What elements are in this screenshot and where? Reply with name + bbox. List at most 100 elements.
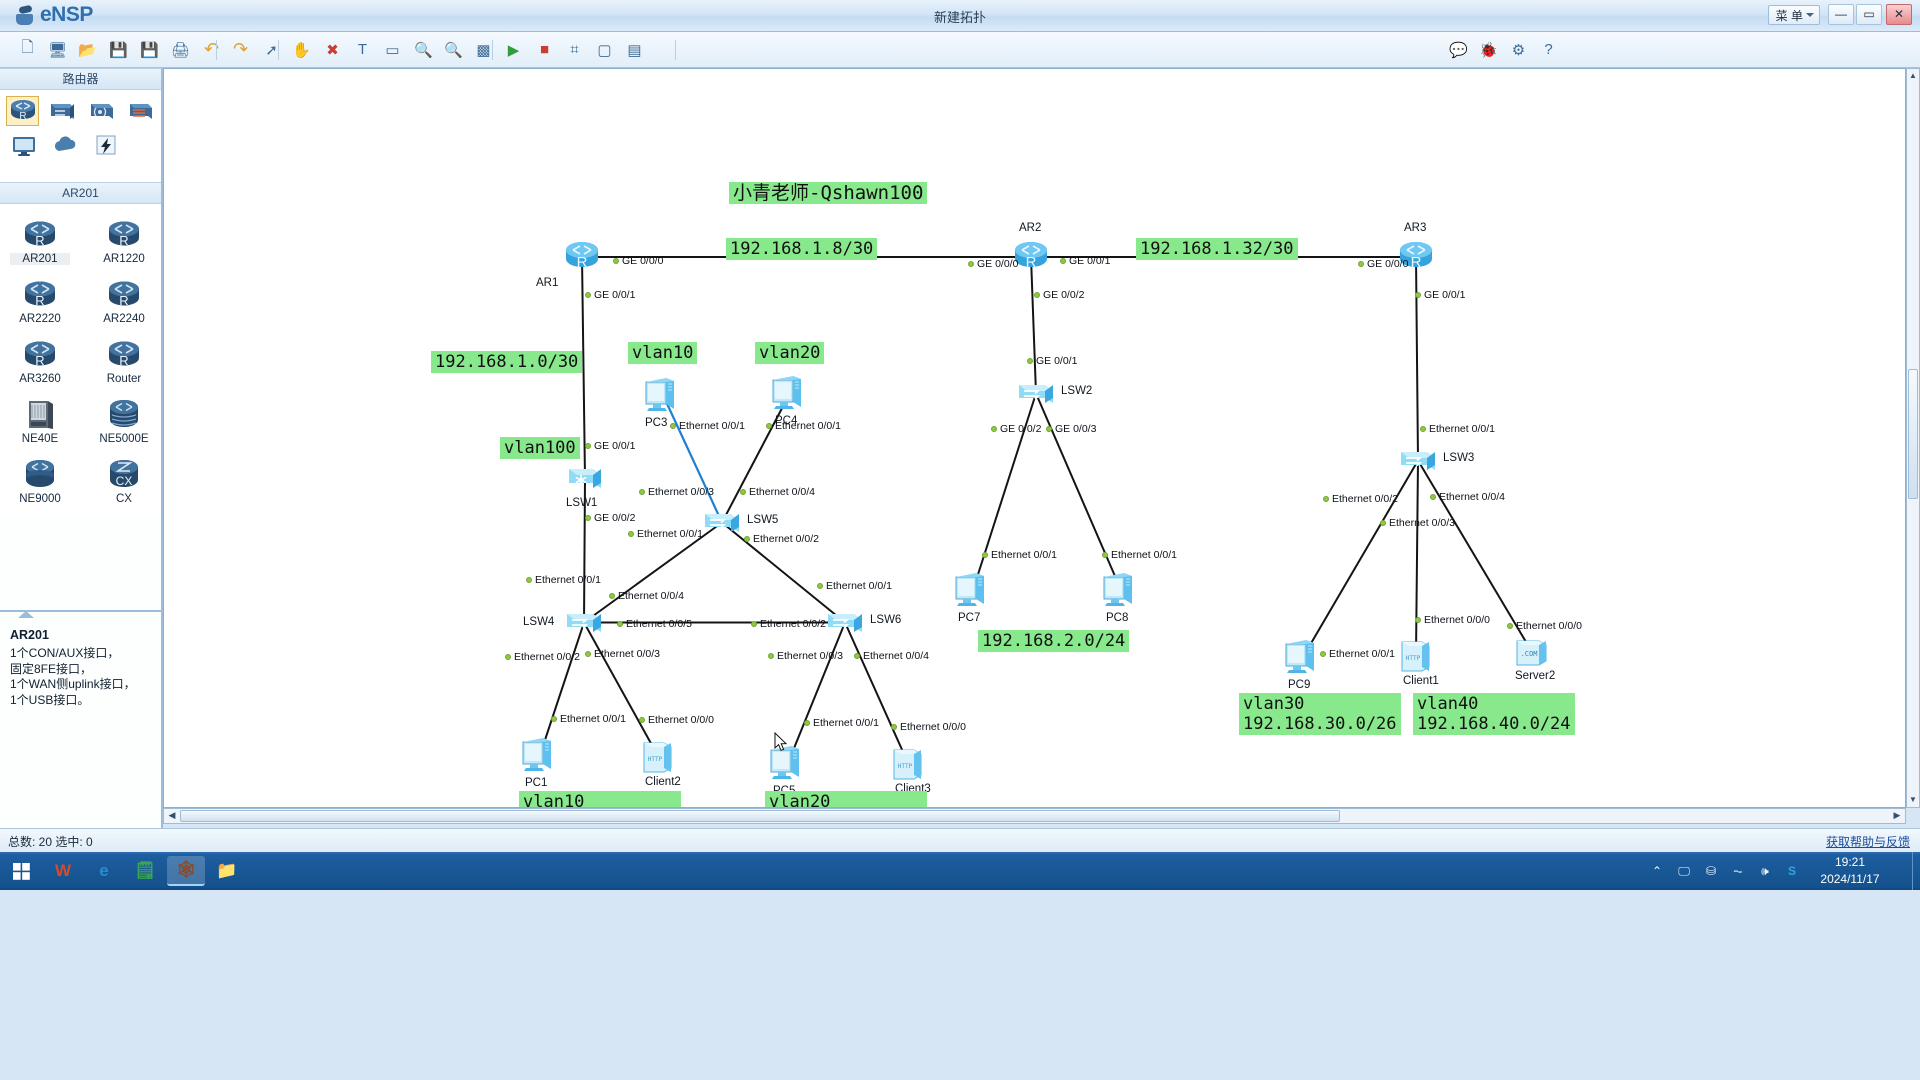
save-icon[interactable]: 💾 [105, 36, 132, 63]
annotation-label[interactable]: vlan10 192.168.10.0/24 [519, 791, 681, 807]
category-link[interactable] [88, 130, 123, 160]
topology-canvas[interactable]: 小青老师-Qshawn100 R AR1 R AR2 R AR3 LSW1 LS… [164, 69, 1905, 807]
device-model-ar2220[interactable]: R AR2220 [10, 272, 70, 325]
annotation-label[interactable]: vlan20 192.168.20.0/24 [765, 791, 927, 807]
message-icon[interactable]: 💬 [1445, 36, 1472, 63]
device-model-label: NE5000E [99, 433, 149, 445]
tray-monitor-icon[interactable]: 🖵 [1676, 863, 1692, 879]
device-model-ar1220[interactable]: R AR1220 [94, 212, 154, 265]
print-icon[interactable]: 🖨 [167, 36, 194, 63]
new-device-icon[interactable]: 🖥 [44, 36, 71, 63]
start-all-icon[interactable]: ▶ [500, 36, 527, 63]
interface-label: Ethernet 0/0/2 [760, 618, 826, 630]
annotation-label[interactable]: 192.168.1.32/30 [1136, 238, 1298, 260]
annotation-label[interactable]: vlan10 [628, 342, 698, 364]
device-model-ne9000[interactable]: NE9000 [10, 452, 70, 505]
show-desktop-button[interactable] [1912, 852, 1920, 890]
vertical-scroll-thumb[interactable] [1908, 369, 1918, 499]
pan-hand-icon[interactable]: ✋ [288, 36, 315, 63]
vertical-scrollbar[interactable]: ▲ ▼ [1906, 68, 1920, 808]
annotation-label[interactable]: 192.168.1.0/30 [431, 351, 583, 373]
info-line: 1个WAN侧uplink接口， [10, 677, 136, 691]
annotation-label[interactable]: vlan30 192.168.30.0/26 [1239, 693, 1401, 735]
annotation-label[interactable]: vlan20 [755, 342, 825, 364]
device-model-ar3260[interactable]: R AR3260 [10, 332, 70, 385]
help-feedback-link[interactable]: 获取帮助与反馈 [1826, 833, 1910, 850]
topology-link[interactable] [583, 622, 659, 757]
topology-link[interactable] [1415, 460, 1419, 656]
bugreport-icon[interactable]: 🐞 [1475, 36, 1502, 63]
category-firewall[interactable] [124, 96, 157, 126]
device-model-cx[interactable]: CX CX [94, 452, 154, 505]
device-model-router[interactable]: R Router [94, 332, 154, 385]
category-switch[interactable] [45, 96, 78, 126]
interface-label: Ethernet 0/0/4 [749, 486, 815, 498]
annotation-label[interactable]: vlan100 [500, 437, 580, 459]
zoom-out-icon[interactable]: 🔍 [440, 36, 467, 63]
category-endpoint[interactable] [6, 130, 41, 160]
svg-text:R: R [119, 353, 128, 368]
select-pointer-icon[interactable]: ➚ [258, 36, 285, 63]
save-as-icon[interactable]: 💾 [136, 36, 163, 63]
tray-volume-icon[interactable]: 🕪 [1757, 863, 1773, 879]
device-model-label: NE9000 [19, 493, 61, 505]
annotation-label[interactable]: 192.168.1.8/30 [726, 238, 878, 260]
stop-all-icon[interactable]: ■ [531, 36, 558, 63]
undo-icon[interactable]: ↶ [198, 36, 225, 63]
taskbar-ensp-icon[interactable]: 🕸 [167, 856, 205, 886]
show-grid-icon[interactable]: ▢ [591, 36, 618, 63]
device-model-ne40e[interactable]: NE40E [10, 392, 70, 445]
delete-icon[interactable]: ✖ [319, 36, 346, 63]
tray-sogou-icon[interactable]: S [1784, 863, 1800, 879]
topology-link[interactable] [1415, 256, 1419, 461]
device-model-ar201[interactable]: R AR201 [10, 212, 70, 265]
add-shape-icon[interactable]: ▭ [379, 36, 406, 63]
scroll-up-arrow[interactable]: ▲ [1908, 70, 1918, 82]
maximize-button[interactable]: ▭ [1856, 4, 1882, 25]
device-library-panel: 路由器 R AR201 R AR201 R AR1220 R AR2220 R … [0, 68, 163, 828]
category-wlan[interactable] [85, 96, 118, 126]
topology-link[interactable] [844, 622, 909, 764]
tray-network-icon[interactable]: ⛁ [1703, 863, 1719, 879]
add-text-icon[interactable]: T [349, 36, 376, 63]
scroll-right-arrow[interactable]: ▶ [1890, 810, 1904, 822]
settings-gear-icon[interactable]: ⚙ [1505, 36, 1532, 63]
minimize-button[interactable]: — [1828, 4, 1854, 25]
topology-device-label: Client2 [645, 776, 681, 788]
topology-link[interactable] [1302, 459, 1419, 658]
interface-status-dot [628, 531, 634, 537]
grid-align-icon[interactable]: ⌗ [561, 36, 588, 63]
category-router[interactable]: R [6, 96, 40, 126]
taskbar-wps-icon[interactable]: W [44, 856, 82, 886]
taskbar-notes-icon[interactable]: 🗒 [126, 856, 164, 886]
close-button[interactable]: ✕ [1886, 4, 1912, 25]
taskbar-clock[interactable]: 19:21 2024/11/17 [1810, 854, 1890, 888]
device-model-ar2240[interactable]: R AR2240 [94, 272, 154, 325]
scroll-down-arrow[interactable]: ▼ [1908, 794, 1918, 806]
interface-label: GE 0/0/1 [1424, 289, 1466, 301]
topology-canvas-container[interactable]: 小青老师-Qshawn100 R AR1 R AR2 R AR3 LSW1 LS… [163, 68, 1906, 808]
taskbar-explorer-icon[interactable]: 📁 [208, 856, 246, 886]
annotation-label[interactable]: vlan40 192.168.40.0/24 [1413, 693, 1575, 735]
open-icon[interactable]: 📂 [74, 36, 101, 63]
cli-icon[interactable]: ▤ [621, 36, 648, 63]
zoom-in-icon[interactable]: 🔍 [410, 36, 437, 63]
interface-status-dot [609, 593, 615, 599]
scroll-left-arrow[interactable]: ◀ [165, 810, 179, 822]
taskbar-edge-icon[interactable]: e [85, 856, 123, 886]
new-topology-icon[interactable]: 🗋 [14, 36, 41, 63]
topology-device-label: Server2 [1515, 670, 1556, 682]
device-model-label: AR1220 [103, 253, 145, 265]
tray-expand-icon[interactable]: ⌃ [1649, 863, 1665, 879]
start-button[interactable] [6, 857, 36, 885]
menu-button[interactable]: 菜 单 [1767, 5, 1820, 25]
category-cloud[interactable] [47, 130, 82, 160]
help-icon[interactable]: ? [1535, 36, 1562, 63]
horizontal-scrollbar[interactable]: ◀ ▶ [163, 808, 1906, 824]
device-model-ne5000e[interactable]: NE5000E [94, 392, 154, 445]
horizontal-scroll-thumb[interactable] [180, 810, 1340, 822]
tray-usb-icon[interactable]: ⏦ [1730, 863, 1746, 879]
annotation-label[interactable]: 192.168.2.0/24 [978, 630, 1130, 652]
topology-link[interactable] [1030, 256, 1037, 394]
redo-icon[interactable]: ↷ [227, 36, 254, 63]
